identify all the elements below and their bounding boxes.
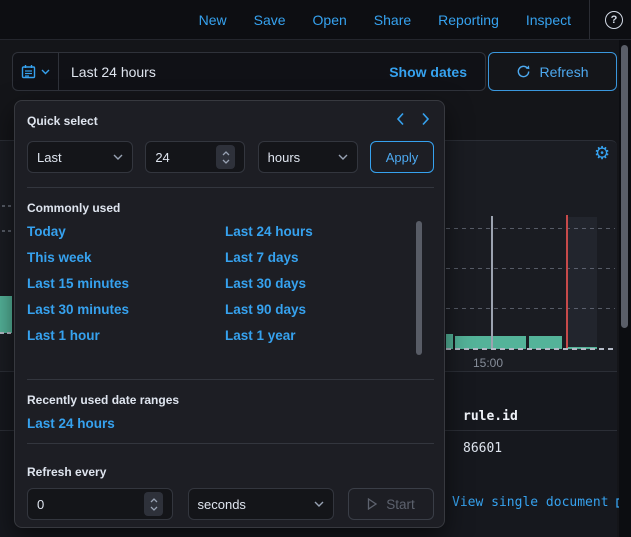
nav-link-share[interactable]: Share <box>374 12 411 28</box>
chart-baseline <box>446 348 615 350</box>
refresh-label: Refresh <box>539 64 588 80</box>
link-last-90-days[interactable]: Last 90 days <box>225 303 410 317</box>
view-single-document-label: View single document <box>452 495 609 510</box>
next-time-window-icon[interactable] <box>421 112 430 126</box>
nav-link-inspect[interactable]: Inspect <box>526 12 571 28</box>
link-last-30-minutes[interactable]: Last 30 minutes <box>27 303 225 317</box>
gridline-fragment <box>2 230 12 232</box>
tense-value: Last <box>37 150 62 165</box>
view-single-document-link[interactable]: View single document <box>452 495 627 510</box>
commonly-used-title: Commonly used <box>27 201 120 215</box>
histogram-bar <box>446 334 453 349</box>
refresh-button[interactable]: Refresh <box>488 52 617 91</box>
nav-link-new[interactable]: New <box>199 12 227 28</box>
start-refresh-button[interactable]: Start <box>348 488 434 520</box>
date-picker-group: Last 24 hours Show dates <box>12 52 486 91</box>
link-last-1-hour[interactable]: Last 1 hour <box>27 329 225 343</box>
divider <box>27 187 434 188</box>
time-amount-input[interactable]: 24 <box>145 141 245 173</box>
date-quick-select-popover: Quick select Last 24 <box>14 100 445 528</box>
divider <box>27 379 434 380</box>
gear-icon[interactable]: ⚙ <box>594 144 610 162</box>
current-time-line <box>566 215 568 349</box>
step-down-icon <box>222 159 230 164</box>
play-icon <box>367 498 377 510</box>
refresh-every-controls: 0 seconds Start <box>27 488 434 520</box>
refresh-unit-select[interactable]: seconds <box>188 488 334 520</box>
refresh-every-title: Refresh every <box>27 465 106 479</box>
quick-select-title: Quick select <box>27 114 98 128</box>
show-dates-button[interactable]: Show dates <box>383 63 473 81</box>
link-this-week[interactable]: This week <box>27 251 225 265</box>
commonly-used-links: Today Last 24 hours This week Last 7 day… <box>27 225 410 343</box>
x-axis-tick-label: 15:00 <box>473 356 503 370</box>
chevron-down-icon <box>314 501 324 507</box>
time-unit-value: hours <box>268 150 301 165</box>
kibana-screen: New Save Open Share Reporting Inspect ? … <box>0 0 631 537</box>
time-unit-select[interactable]: hours <box>258 141 358 173</box>
quick-select-controls: Last 24 hours Apply <box>27 141 434 173</box>
topnav-divider <box>589 0 590 39</box>
recent-range-last-24-hours[interactable]: Last 24 hours <box>27 417 115 431</box>
tense-select[interactable]: Last <box>27 141 133 173</box>
number-stepper[interactable] <box>216 145 235 169</box>
nav-link-open[interactable]: Open <box>313 12 347 28</box>
divider <box>27 443 434 444</box>
refresh-interval-input[interactable]: 0 <box>27 488 173 520</box>
refresh-unit-value: seconds <box>198 497 246 512</box>
date-quick-select-button[interactable] <box>13 53 59 90</box>
link-last-7-days[interactable]: Last 7 days <box>225 251 410 265</box>
help-icon[interactable]: ? <box>605 11 623 29</box>
refresh-interval-value: 0 <box>37 497 44 512</box>
start-label: Start <box>386 497 415 512</box>
step-up-icon <box>150 498 158 503</box>
number-stepper[interactable] <box>144 492 163 516</box>
chevron-down-icon <box>338 154 348 160</box>
step-down-icon <box>150 506 158 511</box>
chevron-down-icon <box>41 69 50 75</box>
recently-used-title: Recently used date ranges <box>27 393 179 407</box>
link-last-30-days[interactable]: Last 30 days <box>225 277 410 291</box>
nav-link-save[interactable]: Save <box>254 12 286 28</box>
refresh-icon <box>516 64 531 79</box>
apply-button[interactable]: Apply <box>370 141 434 173</box>
table-cell-value: 86601 <box>463 441 502 456</box>
nav-link-reporting[interactable]: Reporting <box>438 12 499 28</box>
link-last-1-year[interactable]: Last 1 year <box>225 329 410 343</box>
histogram-bar <box>0 296 12 333</box>
partial-bucket-band <box>568 217 597 350</box>
selected-date-range: Last 24 hours <box>71 64 156 80</box>
link-today[interactable]: Today <box>27 225 225 239</box>
link-last-15-minutes[interactable]: Last 15 minutes <box>27 277 225 291</box>
popover-scrollbar-thumb[interactable] <box>416 221 422 355</box>
table-column-header: rule.id <box>463 409 518 424</box>
link-last-24-hours[interactable]: Last 24 hours <box>225 225 410 239</box>
gridline-fragment <box>2 205 12 207</box>
time-amount-value: 24 <box>155 150 169 165</box>
time-marker-line <box>491 216 493 349</box>
top-navigation-bar: New Save Open Share Reporting Inspect ? <box>0 0 631 40</box>
chevron-down-icon <box>113 154 123 160</box>
step-up-icon <box>222 151 230 156</box>
previous-time-window-icon[interactable] <box>396 112 405 126</box>
quick-select-nav <box>396 112 430 126</box>
calendar-icon <box>21 64 36 79</box>
scrollbar-thumb[interactable] <box>621 45 628 328</box>
chart-baseline-fragment <box>0 332 12 334</box>
